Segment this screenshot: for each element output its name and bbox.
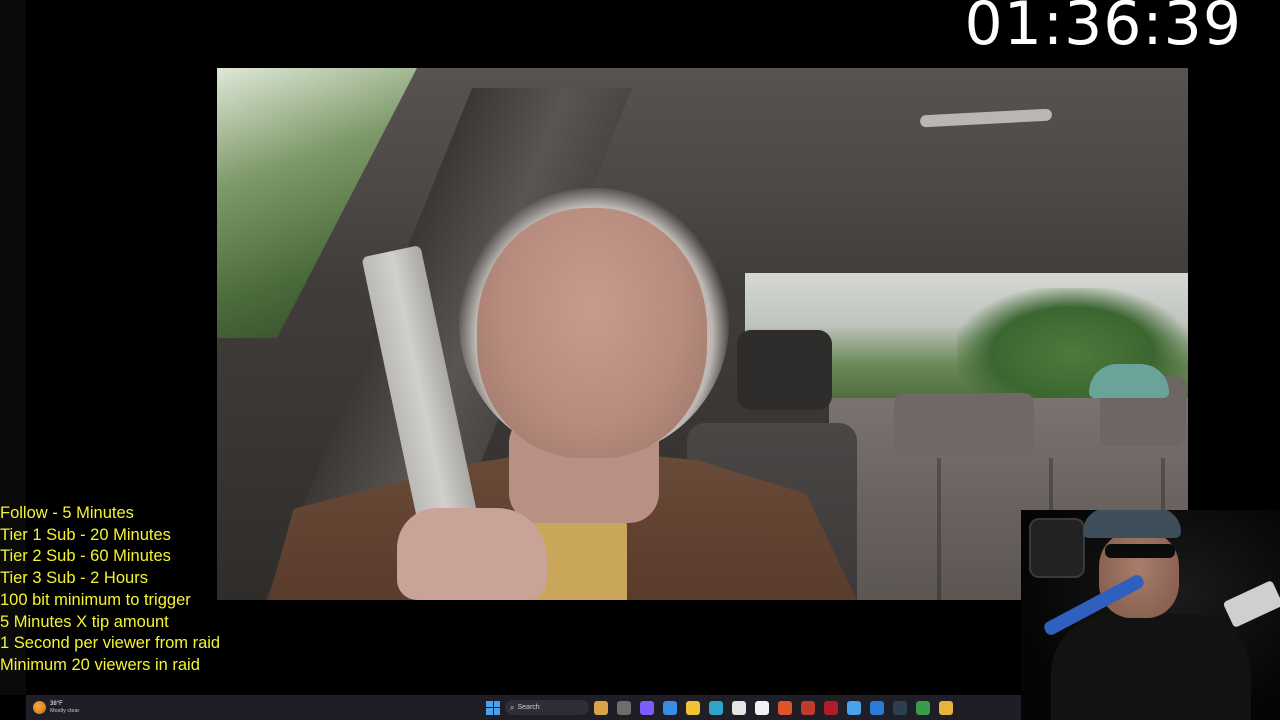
weather-description: Mostly clear [50,707,80,714]
weather-widget[interactable]: 38°F Mostly clear [33,701,143,715]
obs-icon[interactable] [893,700,907,715]
headphones [1029,518,1085,578]
rear-headrest-center [894,393,1034,455]
rule-line: Tier 3 Sub - 2 Hours [0,569,148,588]
taskbar-center: ⌕ Search [486,695,953,720]
brave-icon[interactable] [778,700,792,715]
windows-taskbar: 38°F Mostly clear ⌕ Search [26,695,1021,720]
calendar-icon[interactable] [755,700,769,715]
rule-line: Tier 2 Sub - 60 Minutes [0,547,171,566]
moon-weather-icon [33,701,46,714]
taskbar-search[interactable]: ⌕ Search [505,700,589,715]
task-view-icon[interactable] [617,700,631,715]
edge-icon[interactable] [709,700,723,715]
notepad-icon[interactable] [847,700,861,715]
rule-line: Follow - 5 Minutes [0,504,134,522]
search-icon: ⌕ [510,702,515,712]
photos-icon[interactable] [870,700,884,715]
file-explorer-icon[interactable] [686,700,700,715]
windows-start-icon[interactable] [486,700,500,715]
rule-line: 1 Second per viewer from raid [0,634,221,653]
chat-icon[interactable] [640,700,654,715]
person-face [477,208,707,458]
countdown-timer: 01:36:39 [964,0,1242,59]
game-icon[interactable] [801,700,815,715]
front-headrest [737,330,832,410]
weather-temperature: 38°F [50,700,63,707]
rule-line: Minimum 20 viewers in raid [0,655,200,674]
streamer-shirt [1051,614,1251,720]
chrome-icon[interactable] [732,700,746,715]
stream-overlay: 01:36:39 Follow - 5 Minutes Tier 1 Sub -… [0,0,1280,720]
widgets-icon[interactable] [594,700,608,715]
rule-line: 100 bit minimum to trigger [0,590,191,609]
rule-line: Tier 1 Sub - 20 Minutes [0,525,171,544]
streamer-webcam [1021,510,1280,720]
person-hand [397,508,547,600]
streamer-hat [1083,510,1181,538]
subathon-rules-list: Follow - 5 Minutes Tier 1 Sub - 20 Minut… [0,503,270,677]
rule-line: 5 Minutes X tip amount [0,612,169,631]
copilot-icon[interactable] [663,700,677,715]
teal-object [1089,364,1169,398]
streamlabs-icon[interactable] [824,700,838,715]
chrome-alt-icon[interactable] [939,700,953,715]
search-label: Search [517,704,540,711]
sunglasses [1105,544,1175,558]
green-app-icon[interactable] [916,700,930,715]
